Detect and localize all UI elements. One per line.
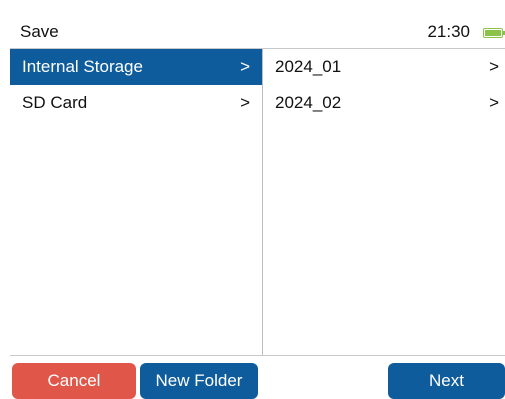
device-screen: Save 21:30 Internal Storage > SD Card > … bbox=[10, 16, 505, 399]
storage-item-sd-card[interactable]: SD Card > bbox=[10, 85, 262, 121]
storage-item-label: SD Card bbox=[22, 93, 88, 112]
folder-item-label: 2024_01 bbox=[275, 57, 342, 76]
status-bar: Save 21:30 bbox=[10, 16, 505, 49]
cancel-button[interactable]: Cancel bbox=[12, 363, 136, 399]
chevron-right-icon: > bbox=[489, 93, 499, 112]
folder-list: 2024_01 > 2024_02 > bbox=[263, 49, 505, 355]
page-title: Save bbox=[20, 22, 59, 41]
new-folder-button[interactable]: New Folder bbox=[140, 363, 258, 399]
chevron-right-icon: > bbox=[240, 93, 250, 112]
storage-item-internal[interactable]: Internal Storage > bbox=[10, 49, 262, 85]
storage-list: Internal Storage > SD Card > bbox=[10, 49, 263, 355]
clock: 21:30 bbox=[427, 22, 470, 41]
storage-item-label: Internal Storage bbox=[22, 57, 143, 76]
chevron-right-icon: > bbox=[240, 57, 250, 76]
folder-item-2024-01[interactable]: 2024_01 > bbox=[263, 49, 505, 85]
next-button[interactable]: Next bbox=[388, 363, 505, 399]
folder-item-2024-02[interactable]: 2024_02 > bbox=[263, 85, 505, 121]
footer-divider bbox=[10, 355, 505, 356]
folder-item-label: 2024_02 bbox=[275, 93, 342, 112]
battery-icon bbox=[483, 28, 505, 38]
chevron-right-icon: > bbox=[489, 57, 499, 76]
